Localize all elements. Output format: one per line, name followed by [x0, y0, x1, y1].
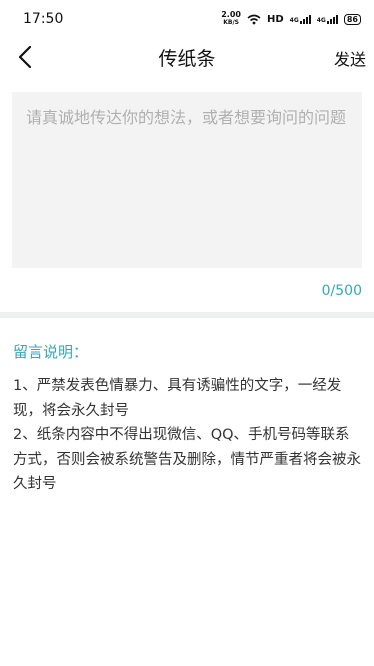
status-bar: 17:50 2.00 KB/S HD 4G 4G 86 — [0, 0, 374, 38]
net-speed: 2.00 KB/S — [221, 11, 241, 27]
message-input[interactable]: 请真诚地传达你的想法，或者想要询问的问题 — [12, 92, 362, 268]
char-counter: 0/500 — [321, 283, 362, 299]
rule-item: 1、严禁发表色情暴力、具有诱骗性的文字，一经发现，将会永久封号 — [13, 378, 342, 419]
rules-title: 留言说明： — [13, 343, 89, 361]
section-divider — [0, 312, 374, 318]
send-button[interactable]: 发送 — [334, 46, 366, 70]
signal-1-label: 4G — [289, 16, 299, 24]
hd-label: HD — [266, 13, 284, 25]
status-icons: 2.00 KB/S HD 4G 4G 86 — [221, 11, 361, 27]
battery-icon: 86 — [343, 13, 361, 25]
signal-icon-1: 4G — [289, 14, 311, 24]
signal-icon-2: 4G — [316, 14, 338, 24]
wifi-icon — [247, 14, 261, 24]
message-placeholder: 请真诚地传达你的想法，或者想要询问的问题 — [26, 108, 347, 127]
page-title: 传纸条 — [158, 48, 216, 70]
status-time: 17:50 — [23, 11, 64, 27]
rules-list: 1、严禁发表色情暴力、具有诱骗性的文字，一经发现，将会永久封号 2、纸条内容中不… — [13, 374, 363, 497]
signal-2-label: 4G — [316, 16, 326, 24]
nav-bar: 传纸条 发送 — [0, 38, 374, 78]
net-speed-unit: KB/S — [223, 19, 239, 26]
rule-item: 2、纸条内容中不得出现微信、QQ、手机号码等联系方式，否则会被系统警告及删除，情… — [13, 427, 361, 492]
net-speed-value: 2.00 — [221, 10, 241, 19]
